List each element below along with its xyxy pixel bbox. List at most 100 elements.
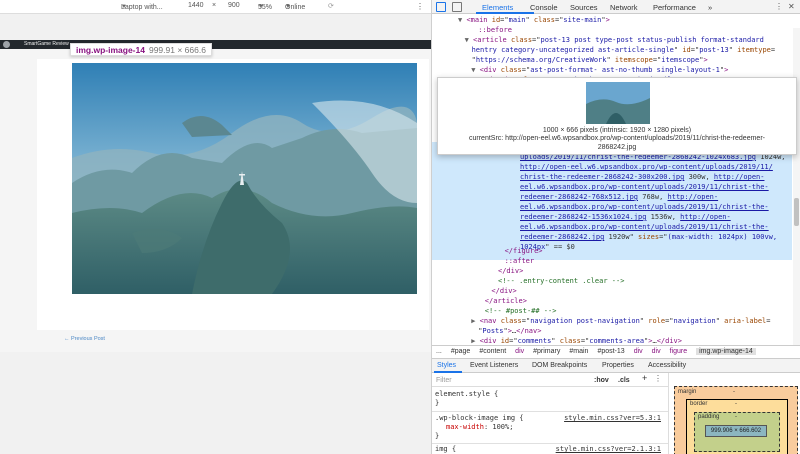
wordpress-logo-icon[interactable] bbox=[3, 41, 10, 48]
class-toggle[interactable]: .cls bbox=[618, 376, 630, 385]
height-input[interactable]: 900 bbox=[228, 2, 240, 9]
breadcrumb-item[interactable]: img.wp-image-14 bbox=[696, 348, 756, 355]
dom-node-line[interactable]: </div> bbox=[432, 266, 792, 276]
expand-toggle-icon[interactable]: ▼ bbox=[465, 36, 473, 44]
dom-node-line[interactable]: ::after bbox=[432, 256, 792, 266]
dom-token: class bbox=[559, 337, 581, 345]
tab-performance[interactable]: Performance bbox=[653, 3, 696, 12]
expand-toggle-icon[interactable]: ▼ bbox=[471, 66, 479, 74]
dom-token: " bbox=[728, 46, 738, 54]
dom-node-line[interactable]: </figure> bbox=[432, 246, 792, 256]
dom-selected-attr-line[interactable]: eel.w6.wpsandbox.pro/wp-content/uploads/… bbox=[432, 182, 792, 192]
element-style-selector[interactable]: element.style { bbox=[435, 390, 667, 399]
tab-accessibility[interactable]: Accessibility bbox=[648, 362, 686, 369]
scrollbar-thumb[interactable] bbox=[794, 198, 799, 226]
preview-size-text: 1000 × 666 pixels (intrinsic: 1920 × 128… bbox=[542, 127, 692, 134]
featured-image[interactable] bbox=[72, 63, 417, 294]
dom-token: <div bbox=[479, 337, 501, 345]
rule-declaration[interactable]: max-width: 100%; bbox=[446, 423, 668, 432]
breadcrumb-item[interactable]: #content bbox=[479, 348, 506, 355]
dom-node-line[interactable]: ▼ <article class="post-13 post type-post… bbox=[432, 35, 792, 45]
next-rule-selector[interactable]: img {style.min.css?ver=2.1.3:1 bbox=[435, 445, 667, 454]
tab-console[interactable]: Console bbox=[530, 3, 558, 12]
breadcrumb-item[interactable]: div bbox=[515, 348, 524, 355]
new-style-rule-button[interactable]: + bbox=[642, 374, 647, 383]
next-rule-source-link[interactable]: style.min.css?ver=2.1.3:1 bbox=[556, 445, 661, 454]
dom-selected-attr-line[interactable]: christ-the-redeemer-2868242-300x200.jpg … bbox=[432, 172, 792, 182]
dom-token: itemscope bbox=[661, 56, 700, 64]
rule-value[interactable]: 100%; bbox=[492, 423, 513, 431]
styles-filter-row: Filter :hov .cls + ⋮ bbox=[432, 373, 668, 387]
inspect-element-icon[interactable] bbox=[436, 2, 446, 12]
admin-bar-site-name[interactable]: SmartGame Review bbox=[24, 41, 69, 47]
dom-token: eel.w6.wpsandbox.pro/wp-content/uploads/… bbox=[520, 183, 769, 191]
more-options-icon[interactable]: ⋮ bbox=[416, 2, 424, 11]
tab-dom-breakpoints[interactable]: DOM Breakpoints bbox=[532, 362, 587, 369]
dom-selected-attr-line[interactable]: redeemer-2868242-1536x1024.jpg 1536w, ht… bbox=[432, 212, 792, 222]
dom-node-line[interactable]: "Posts">…</nav> bbox=[432, 326, 792, 336]
rio-landscape-image bbox=[72, 63, 417, 294]
dom-node-line[interactable]: ▶ <div id="comments" class="comments-are… bbox=[432, 336, 792, 345]
dom-node-line[interactable]: ::before bbox=[432, 25, 792, 35]
breadcrumb-item[interactable]: ... bbox=[436, 348, 442, 355]
dom-token: redeemer-2868242-1536x1024.jpg bbox=[520, 213, 647, 221]
rotate-icon[interactable]: ⟳ bbox=[328, 2, 334, 10]
tab-sources[interactable]: Sources bbox=[570, 3, 598, 12]
rule-source-link[interactable]: style.min.css?ver=5.3:1 bbox=[564, 414, 661, 423]
wp-admin-bar: SmartGame Review bbox=[0, 40, 431, 49]
rule-property[interactable]: max-width bbox=[446, 423, 484, 431]
dom-node-line[interactable]: <!-- #post-## --> bbox=[432, 306, 792, 316]
dom-token: comments bbox=[517, 337, 552, 345]
dom-node-line[interactable]: hentry category-uncategorized ast-articl… bbox=[432, 45, 792, 55]
devtools-tab-bar: Elements Console Sources Network Perform… bbox=[432, 0, 800, 14]
device-toolbar: Laptop with... ▼ 1440 × 900 55% ▼ Online… bbox=[0, 0, 431, 14]
dom-selected-attr-line[interactable]: redeemer-2868242.jpg 1920w" sizes="(max-… bbox=[432, 232, 792, 242]
dom-token: 1920w" bbox=[604, 233, 639, 241]
dom-node-line[interactable]: ▶ <nav class="navigation post-navigation… bbox=[432, 316, 792, 326]
close-icon[interactable]: ✕ bbox=[788, 2, 795, 11]
breadcrumb-item[interactable]: #page bbox=[451, 348, 470, 355]
dom-node-line[interactable]: </article> bbox=[432, 296, 792, 306]
dom-selected-attr-line[interactable]: eel.w6.wpsandbox.pro/wp-content/uploads/… bbox=[432, 222, 792, 232]
dom-token: <!-- #post-## --> bbox=[484, 307, 557, 315]
dom-selected-attr-line[interactable]: eel.w6.wpsandbox.pro/wp-content/uploads/… bbox=[432, 202, 792, 212]
dom-node-line[interactable]: </div> bbox=[432, 286, 792, 296]
dom-node-line[interactable]: "https://schema.org/CreativeWork" itemsc… bbox=[432, 55, 792, 65]
expand-toggle-icon[interactable]: ▶ bbox=[471, 337, 479, 345]
more-tabs-icon[interactable]: » bbox=[708, 3, 712, 12]
tab-styles[interactable]: Styles bbox=[437, 362, 456, 369]
tab-network[interactable]: Network bbox=[610, 3, 638, 12]
tab-elements[interactable]: Elements bbox=[482, 3, 513, 12]
devtools-menu-icon[interactable]: ⋮ bbox=[775, 2, 783, 11]
dom-token: </nav> bbox=[516, 327, 542, 335]
box-model-content[interactable]: 999.906 × 666.602 bbox=[705, 425, 767, 437]
styles-filter-input[interactable]: Filter bbox=[436, 376, 452, 385]
dom-node-line[interactable]: ▼ <main id="main" class="site-main"> bbox=[432, 15, 792, 25]
breadcrumb-item[interactable]: div bbox=[634, 348, 643, 355]
dom-token: class bbox=[533, 16, 555, 24]
breadcrumb-item[interactable]: figure bbox=[670, 348, 688, 355]
breadcrumb-item[interactable]: #primary bbox=[533, 348, 560, 355]
dom-node-line[interactable]: ▼ <div class="ast-post-format- ast-no-th… bbox=[432, 65, 792, 75]
dom-selected-attr-line[interactable]: http://open-eel.w6.wpsandbox.pro/wp-cont… bbox=[432, 162, 792, 172]
breadcrumb-item[interactable]: div bbox=[652, 348, 661, 355]
breadcrumb-item[interactable]: #post-13 bbox=[597, 348, 624, 355]
breadcrumb-item[interactable]: #main bbox=[569, 348, 588, 355]
rule-selector[interactable]: .wp-block-image img {style.min.css?ver=5… bbox=[435, 414, 667, 423]
hover-state-toggle[interactable]: :hov bbox=[594, 376, 609, 385]
dom-selected-attr-line[interactable]: redeemer-2868242-768x512.jpg 768w, http:… bbox=[432, 192, 792, 202]
width-input[interactable]: 1440 bbox=[188, 2, 204, 9]
dom-token: http://open- bbox=[713, 173, 765, 181]
dom-token: =" bbox=[580, 337, 590, 345]
more-options-icon[interactable]: ⋮ bbox=[654, 374, 662, 383]
tab-properties[interactable]: Properties bbox=[602, 362, 634, 369]
dom-token: =" bbox=[690, 46, 700, 54]
expand-toggle-icon[interactable]: ▶ bbox=[471, 317, 479, 325]
previous-post-link[interactable]: ← Previous Post bbox=[64, 336, 105, 342]
dom-node-line[interactable]: <!-- .entry-content .clear --> bbox=[432, 276, 792, 286]
dom-tree: ▼ <main id="main" class="site-main">::be… bbox=[432, 14, 800, 345]
device-toggle-icon[interactable] bbox=[452, 2, 462, 12]
tab-event-listeners[interactable]: Event Listeners bbox=[470, 362, 518, 369]
preview-src-text: currentSrc: http://open-eel.w6.wpsandbox… bbox=[469, 135, 765, 142]
dom-tree-scrollbar[interactable] bbox=[793, 28, 800, 345]
